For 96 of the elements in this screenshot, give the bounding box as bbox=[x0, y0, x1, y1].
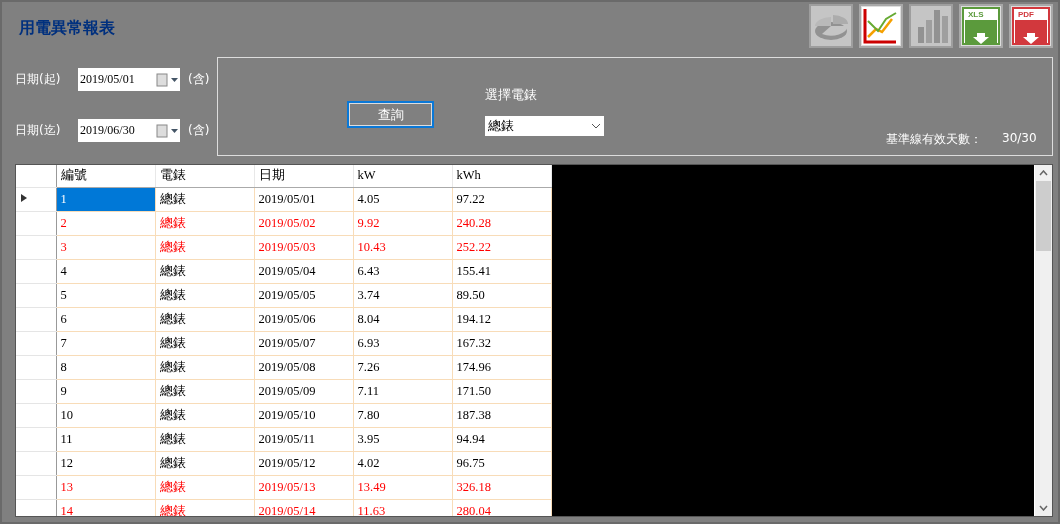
table-cell: 3.74 bbox=[353, 283, 452, 307]
scroll-up-icon[interactable] bbox=[1039, 170, 1048, 176]
date-picker[interactable]: 2019/06/30 bbox=[78, 119, 180, 142]
column-header[interactable]: 電錶 bbox=[155, 165, 254, 187]
scrollbar-thumb[interactable] bbox=[1036, 181, 1051, 251]
table-cell: 2019/05/02 bbox=[254, 211, 353, 235]
table-cell: 2019/05/13 bbox=[254, 475, 353, 499]
table-cell: 2019/05/06 bbox=[254, 307, 353, 331]
table-cell: 2019/05/01 bbox=[254, 187, 353, 211]
table-cell: 174.96 bbox=[452, 355, 551, 379]
table-cell: 10 bbox=[56, 403, 155, 427]
date-label: 日期(迄) bbox=[15, 122, 62, 139]
table-cell: 4.05 bbox=[353, 187, 452, 211]
table-cell: 2019/05/03 bbox=[254, 235, 353, 259]
table-cell: 2019/05/14 bbox=[254, 499, 353, 516]
table-cell: 11.63 bbox=[353, 499, 452, 516]
table-cell: 1 bbox=[56, 187, 155, 211]
table-cell: 187.38 bbox=[452, 403, 551, 427]
table-cell: 7.11 bbox=[353, 379, 452, 403]
table-cell: 5 bbox=[56, 283, 155, 307]
table-cell: 8 bbox=[56, 355, 155, 379]
table-cell: 6 bbox=[56, 307, 155, 331]
meter-dropdown[interactable]: 總錶 bbox=[485, 116, 604, 136]
table-cell: 總錶 bbox=[155, 355, 254, 379]
scroll-down-icon[interactable] bbox=[1039, 505, 1048, 511]
table-cell: 總錶 bbox=[155, 259, 254, 283]
scrollbar[interactable] bbox=[1034, 165, 1052, 516]
table-cell: 326.18 bbox=[452, 475, 551, 499]
table-cell: 97.22 bbox=[452, 187, 551, 211]
table-cell: 14 bbox=[56, 499, 155, 516]
table-cell: 6.43 bbox=[353, 259, 452, 283]
meter-label: 選擇電錶 bbox=[485, 86, 537, 104]
table-cell: 4.02 bbox=[353, 451, 452, 475]
table-cell: 2019/05/04 bbox=[254, 259, 353, 283]
table-cell: 12 bbox=[56, 451, 155, 475]
table-cell: 194.12 bbox=[452, 307, 551, 331]
inclusive-label: (含) bbox=[188, 122, 210, 139]
table-cell: 總錶 bbox=[155, 235, 254, 259]
table-cell: 96.75 bbox=[452, 451, 551, 475]
table-cell: 2 bbox=[56, 211, 155, 235]
table-cell: 總錶 bbox=[155, 379, 254, 403]
table-cell: 280.04 bbox=[452, 499, 551, 516]
table-cell: 總錶 bbox=[155, 331, 254, 355]
line-chart-icon bbox=[862, 7, 900, 45]
table-cell: 155.41 bbox=[452, 259, 551, 283]
calendar-icon bbox=[156, 123, 180, 138]
baseline-label: 基準線有效天數： bbox=[886, 131, 982, 148]
table-cell: 總錶 bbox=[155, 307, 254, 331]
table-cell: 總錶 bbox=[155, 187, 254, 211]
table-cell: 240.28 bbox=[452, 211, 551, 235]
column-header[interactable]: kWh bbox=[452, 165, 551, 187]
calendar-icon bbox=[156, 72, 180, 87]
table-cell: 13 bbox=[56, 475, 155, 499]
table-cell: 167.32 bbox=[452, 331, 551, 355]
table-cell: 11 bbox=[56, 427, 155, 451]
table-cell: 89.50 bbox=[452, 283, 551, 307]
table-cell: 總錶 bbox=[155, 427, 254, 451]
table-cell: 171.50 bbox=[452, 379, 551, 403]
table-cell: 總錶 bbox=[155, 211, 254, 235]
column-header[interactable]: kW bbox=[353, 165, 452, 187]
table-cell: 10.43 bbox=[353, 235, 452, 259]
table-cell: 2019/05/10 bbox=[254, 403, 353, 427]
table-cell: 9 bbox=[56, 379, 155, 403]
table-cell: 7.80 bbox=[353, 403, 452, 427]
table-cell: 4 bbox=[56, 259, 155, 283]
table-cell: 3.95 bbox=[353, 427, 452, 451]
table-cell: 2019/05/12 bbox=[254, 451, 353, 475]
table-cell: 總錶 bbox=[155, 499, 254, 516]
table-cell: 13.49 bbox=[353, 475, 452, 499]
table-cell: 7 bbox=[56, 331, 155, 355]
date-picker[interactable]: 2019/05/01 bbox=[78, 68, 180, 91]
table-cell: 8.04 bbox=[353, 307, 452, 331]
baseline-value: 30/30 bbox=[1002, 131, 1037, 145]
window-title: 用電異常報表 bbox=[19, 18, 115, 39]
table-cell: 總錶 bbox=[155, 283, 254, 307]
query-button[interactable]: 查詢 bbox=[347, 101, 434, 128]
table-cell: 總錶 bbox=[155, 475, 254, 499]
table-cell: 252.22 bbox=[452, 235, 551, 259]
toolbar-button[interactable] bbox=[859, 4, 903, 48]
table-cell: 94.94 bbox=[452, 427, 551, 451]
column-header[interactable]: 日期 bbox=[254, 165, 353, 187]
table-cell: 6.93 bbox=[353, 331, 452, 355]
table-cell: 9.92 bbox=[353, 211, 452, 235]
table-cell: 2019/05/05 bbox=[254, 283, 353, 307]
table-cell: 7.26 bbox=[353, 355, 452, 379]
table-cell: 2019/05/11 bbox=[254, 427, 353, 451]
table-cell: 總錶 bbox=[155, 451, 254, 475]
chevron-down-icon bbox=[591, 123, 601, 129]
table-cell: 2019/05/07 bbox=[254, 331, 353, 355]
table-cell: 3 bbox=[56, 235, 155, 259]
column-header[interactable]: 編號 bbox=[56, 165, 155, 187]
table-cell: 2019/05/09 bbox=[254, 379, 353, 403]
table-cell: 總錶 bbox=[155, 403, 254, 427]
date-label: 日期(起) bbox=[15, 71, 62, 88]
table-cell: 2019/05/08 bbox=[254, 355, 353, 379]
inclusive-label: (含) bbox=[188, 71, 210, 88]
